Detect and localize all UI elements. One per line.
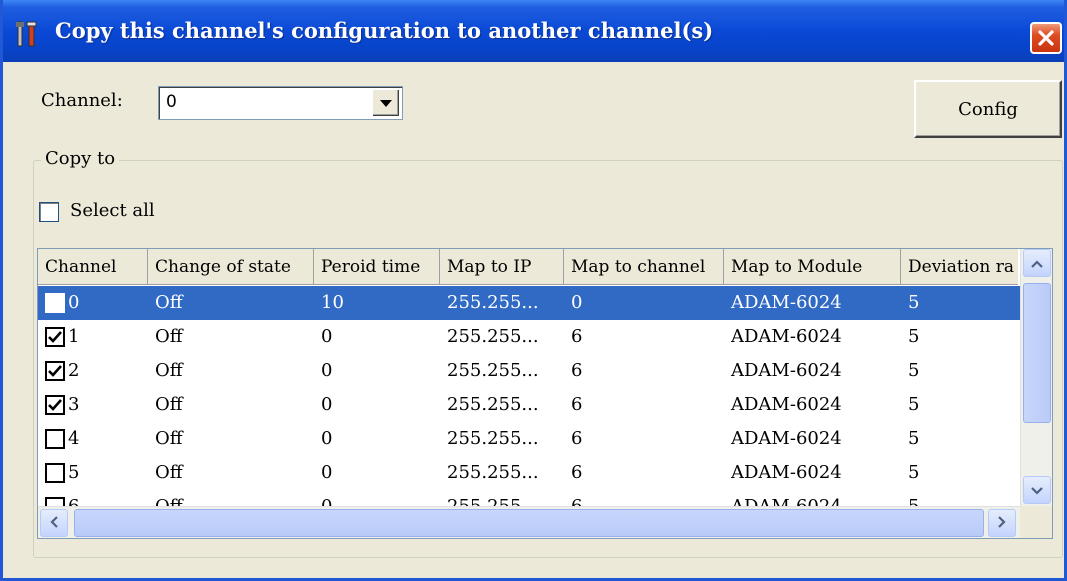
cell-map-to-channel: 6 bbox=[571, 428, 583, 449]
cell-map-to-ip: 255.255... bbox=[447, 394, 539, 415]
cell-map-to-ip: 255.255... bbox=[447, 428, 539, 449]
table-row[interactable]: 2 Off 0 255.255... 6 ADAM-6024 5 bbox=[38, 354, 1020, 388]
channel-grid[interactable]: Channel Change of state Peroid time Map … bbox=[37, 248, 1053, 539]
cell-map-to-module: ADAM-6024 bbox=[731, 394, 842, 415]
column-header-map-to-channel[interactable]: Map to channel bbox=[564, 249, 724, 285]
channel-label: Channel: bbox=[41, 90, 123, 111]
horizontal-scrollbar[interactable] bbox=[38, 506, 1020, 538]
cell-map-to-ip: 255.255... bbox=[447, 326, 539, 347]
cell-channel: 2 bbox=[68, 360, 80, 381]
row-checkbox[interactable] bbox=[45, 327, 65, 347]
close-icon bbox=[1037, 29, 1055, 47]
cell-deviation: 5 bbox=[908, 462, 920, 483]
scroll-down-button[interactable] bbox=[1023, 476, 1051, 504]
chevron-down-icon bbox=[380, 93, 392, 113]
cell-change-of-state: Off bbox=[155, 360, 183, 381]
row-checkbox[interactable] bbox=[45, 463, 65, 483]
vertical-scrollbar[interactable] bbox=[1020, 249, 1052, 506]
select-all-checkbox[interactable] bbox=[39, 202, 59, 222]
row-checkbox[interactable] bbox=[45, 361, 65, 381]
dropdown-button[interactable] bbox=[372, 89, 400, 117]
scrollbar-corner bbox=[1020, 506, 1052, 538]
chevron-right-icon bbox=[998, 513, 1006, 533]
cell-map-to-channel: 6 bbox=[571, 360, 583, 381]
table-row[interactable]: 0 Off 10 255.255... 0 ADAM-6024 5 bbox=[38, 286, 1020, 320]
select-all-label[interactable]: Select all bbox=[70, 200, 155, 221]
cell-period-time: 0 bbox=[321, 360, 333, 381]
table-row[interactable]: 4 Off 0 255.255... 6 ADAM-6024 5 bbox=[38, 422, 1020, 456]
cell-change-of-state: Off bbox=[155, 326, 183, 347]
dialog-window: Copy this channel's configuration to ano… bbox=[0, 0, 1067, 581]
cell-channel: 0 bbox=[68, 292, 80, 313]
cell-map-to-channel: 6 bbox=[571, 462, 583, 483]
grid-header: Channel Change of state Peroid time Map … bbox=[38, 249, 1018, 285]
horizontal-scroll-thumb[interactable] bbox=[74, 509, 984, 537]
config-button[interactable]: Config bbox=[914, 80, 1062, 138]
scroll-right-button[interactable] bbox=[988, 509, 1016, 537]
column-header-map-to-module[interactable]: Map to Module bbox=[724, 249, 901, 285]
cell-map-to-channel: 6 bbox=[571, 394, 583, 415]
channel-select-value: 0 bbox=[166, 92, 177, 112]
cell-map-to-ip: 255.255... bbox=[447, 360, 539, 381]
cell-map-to-ip: 255.255... bbox=[447, 292, 539, 313]
table-row[interactable]: 5 Off 0 255.255... 6 ADAM-6024 5 bbox=[38, 456, 1020, 490]
cell-map-to-module: ADAM-6024 bbox=[731, 326, 842, 347]
window-title: Copy this channel's configuration to ano… bbox=[55, 18, 714, 43]
chevron-left-icon bbox=[50, 513, 58, 533]
cell-map-to-module: ADAM-6024 bbox=[731, 292, 842, 313]
cell-deviation: 5 bbox=[908, 292, 920, 313]
cell-deviation: 5 bbox=[908, 326, 920, 347]
cell-map-to-channel: 6 bbox=[571, 326, 583, 347]
cell-deviation: 5 bbox=[908, 360, 920, 381]
chevron-down-icon bbox=[1031, 480, 1043, 500]
column-header-change-of-state[interactable]: Change of state bbox=[148, 249, 314, 285]
cell-change-of-state: Off bbox=[155, 292, 183, 313]
table-row[interactable]: 3 Off 0 255.255... 6 ADAM-6024 5 bbox=[38, 388, 1020, 422]
cell-change-of-state: Off bbox=[155, 428, 183, 449]
row-checkbox[interactable] bbox=[45, 395, 65, 415]
cell-deviation: 5 bbox=[908, 428, 920, 449]
title-bar[interactable]: Copy this channel's configuration to ano… bbox=[3, 0, 1064, 62]
cell-period-time: 0 bbox=[321, 462, 333, 483]
cell-period-time: 0 bbox=[321, 428, 333, 449]
row-checkbox[interactable] bbox=[45, 429, 65, 449]
column-header-channel[interactable]: Channel bbox=[38, 249, 148, 285]
scroll-up-button[interactable] bbox=[1023, 249, 1051, 277]
cell-channel: 4 bbox=[68, 428, 80, 449]
cell-period-time: 0 bbox=[321, 326, 333, 347]
row-checkbox[interactable] bbox=[45, 293, 65, 313]
cell-channel: 1 bbox=[68, 326, 80, 347]
table-row[interactable]: 1 Off 0 255.255... 6 ADAM-6024 5 bbox=[38, 320, 1020, 354]
cell-map-to-module: ADAM-6024 bbox=[731, 462, 842, 483]
cell-map-to-module: ADAM-6024 bbox=[731, 428, 842, 449]
chevron-up-icon bbox=[1031, 253, 1043, 273]
cell-channel: 5 bbox=[68, 462, 80, 483]
cell-period-time: 0 bbox=[321, 394, 333, 415]
column-header-map-to-ip[interactable]: Map to IP bbox=[440, 249, 564, 285]
cell-map-to-ip: 255.255... bbox=[447, 462, 539, 483]
copy-to-label: Copy to bbox=[41, 148, 120, 169]
cell-channel: 3 bbox=[68, 394, 80, 415]
cell-change-of-state: Off bbox=[155, 394, 183, 415]
scroll-left-button[interactable] bbox=[40, 509, 68, 537]
tools-icon bbox=[15, 20, 39, 48]
column-header-period-time[interactable]: Peroid time bbox=[314, 249, 440, 285]
close-button[interactable] bbox=[1030, 22, 1062, 54]
channel-select[interactable]: 0 bbox=[158, 86, 403, 120]
column-header-deviation[interactable]: Deviation ra bbox=[901, 249, 1020, 285]
cell-map-to-channel: 0 bbox=[571, 292, 583, 313]
cell-deviation: 5 bbox=[908, 394, 920, 415]
cell-change-of-state: Off bbox=[155, 462, 183, 483]
vertical-scroll-thumb[interactable] bbox=[1023, 283, 1051, 423]
cell-map-to-module: ADAM-6024 bbox=[731, 360, 842, 381]
cell-period-time: 10 bbox=[321, 292, 344, 313]
